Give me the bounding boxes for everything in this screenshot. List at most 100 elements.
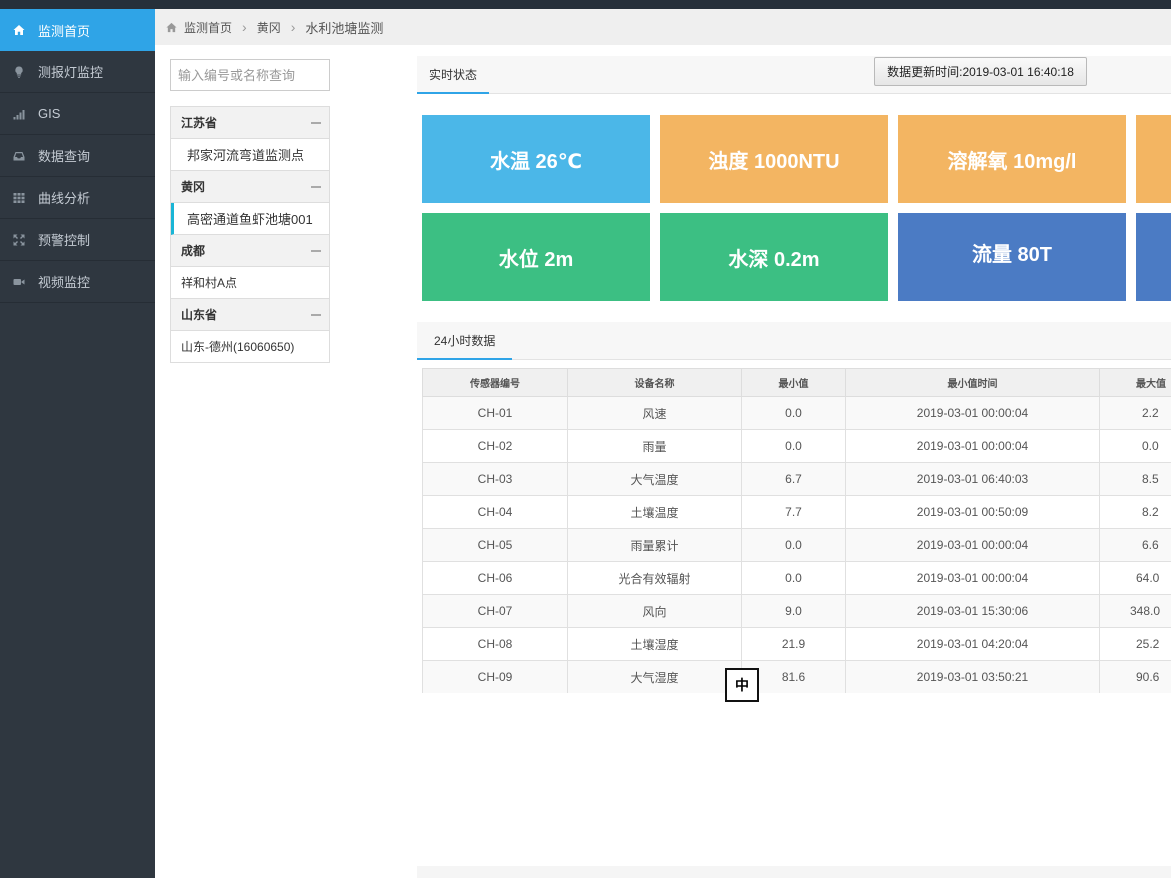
column-header[interactable]: 最小值时间 [845, 368, 1100, 397]
tree-group-huanggang[interactable]: 黄冈 [171, 171, 329, 203]
update-time-button[interactable]: 数据更新时间:2019-03-01 16:40:18 [874, 57, 1087, 86]
breadcrumb-link-home[interactable]: 监测首页 [184, 19, 232, 36]
table-cell: 大气温度 [567, 462, 742, 496]
sidebar-item-label: GIS [38, 106, 61, 121]
column-header[interactable]: 设备名称 [567, 368, 742, 397]
history-tabbar: 24小时数据 [417, 322, 1171, 360]
table-cell: 风速 [567, 396, 742, 430]
table-cell: CH-07 [422, 594, 568, 628]
table-cell: 6.7 [741, 462, 846, 496]
sidebar-item-curve-analysis[interactable]: 曲线分析 [0, 177, 155, 219]
table-cell: 2019-03-01 15:30:06 [845, 594, 1100, 628]
sidebar-item-trap-lamp[interactable]: 测报灯监控 [0, 51, 155, 93]
sidebar-item-label: 数据查询 [38, 149, 91, 164]
tree-item-station[interactable]: 邦家河流弯道监测点 [171, 139, 329, 171]
tile-flow: 流量 80T [898, 213, 1126, 301]
table-cell: 风向 [567, 594, 742, 628]
tile-water-level: 水位 2m [422, 213, 650, 301]
table-cell: 2019-03-01 00:00:04 [845, 429, 1100, 463]
ime-indicator[interactable]: 中 [725, 668, 759, 702]
signal-icon [12, 107, 26, 121]
bulb-icon [12, 65, 26, 79]
tree-item-station[interactable]: 祥和村A点 [171, 267, 329, 299]
table-cell: CH-05 [422, 528, 568, 562]
grid-icon [12, 191, 26, 205]
column-header[interactable]: 最大值 [1099, 368, 1171, 397]
inbox-icon [12, 149, 26, 163]
table-cell: 0.0 [741, 396, 846, 430]
table-cell: 7.7 [741, 495, 846, 529]
tab-24h-data[interactable]: 24小时数据 [417, 322, 513, 360]
table-cell: 0.0 [741, 561, 846, 595]
sidebar-item-home[interactable]: 监测首页 [0, 9, 161, 51]
table-row[interactable]: CH-04 土壤温度 7.7 2019-03-01 00:50:09 8.2 [422, 495, 1171, 529]
group-label: 成都 [181, 244, 206, 258]
table-cell: 大气湿度 [567, 660, 742, 693]
sidebar-item-label: 预警控制 [38, 233, 91, 248]
tree-item-station-selected[interactable]: 高密通道鱼虾池塘001 [171, 203, 329, 235]
table-cell: 0.0 [741, 528, 846, 562]
station-tree: 江苏省 邦家河流弯道监测点 黄冈 高密通道鱼虾池塘001 成都 祥和村A点 山东… [170, 106, 330, 363]
sidebar-item-video-monitor[interactable]: 视频监控 [0, 261, 155, 303]
table-cell: CH-02 [422, 429, 568, 463]
table-cell: 2019-03-01 00:00:04 [845, 396, 1100, 430]
tile-water-depth: 水深 0.2m [660, 213, 888, 301]
table-row[interactable]: CH-02 雨量 0.0 2019-03-01 00:00:04 0.0 [422, 429, 1171, 463]
table-cell: 土壤温度 [567, 495, 742, 529]
table-cell: 6.6 [1099, 528, 1171, 562]
table-cell: 64.0 [1099, 561, 1171, 595]
table-row[interactable]: CH-07 风向 9.0 2019-03-01 15:30:06 348.0 [422, 594, 1171, 628]
collapse-icon[interactable] [311, 185, 321, 188]
table-cell: 2019-03-01 00:00:04 [845, 528, 1100, 562]
table-cell: 9.0 [741, 594, 846, 628]
collapse-icon[interactable] [311, 313, 321, 316]
table-row[interactable]: CH-03 大气温度 6.7 2019-03-01 06:40:03 8.5 [422, 462, 1171, 496]
tab-realtime-status[interactable]: 实时状态 [417, 56, 490, 94]
table-cell: 8.2 [1099, 495, 1171, 529]
expand-icon [12, 233, 26, 247]
breadcrumb-link-region[interactable]: 黄冈 [257, 19, 281, 36]
station-search-input[interactable] [170, 59, 330, 91]
collapse-icon[interactable] [311, 121, 321, 124]
table-cell: 雨量累计 [567, 528, 742, 562]
column-header[interactable]: 传感器编号 [422, 368, 568, 397]
chevron-right-icon: › [290, 19, 296, 35]
table-row[interactable]: CH-01 风速 0.0 2019-03-01 00:00:04 2.2 [422, 396, 1171, 430]
table-cell: 0.0 [741, 429, 846, 463]
table-row[interactable]: CH-08 土壤湿度 21.9 2019-03-01 04:20:04 25.2 [422, 627, 1171, 661]
table-cell: CH-04 [422, 495, 568, 529]
sidebar-item-label: 测报灯监控 [38, 65, 104, 80]
table-cell: 2019-03-01 03:50:21 [845, 660, 1100, 693]
table-cell: 光合有效辐射 [567, 561, 742, 595]
sidebar-item-alarm-control[interactable]: 预警控制 [0, 219, 155, 261]
tree-group-shandong[interactable]: 山东省 [171, 299, 329, 331]
table-row[interactable]: CH-05 雨量累计 0.0 2019-03-01 00:00:04 6.6 [422, 528, 1171, 562]
sidebar: 监测首页 测报灯监控 GIS 数据查询 曲线分析 预警控制 视频监控 [0, 9, 161, 878]
video-icon [12, 275, 26, 289]
group-label: 山东省 [181, 308, 218, 322]
table-row[interactable]: CH-06 光合有效辐射 0.0 2019-03-01 00:00:04 64.0 [422, 561, 1171, 595]
table-cell: 25.2 [1099, 627, 1171, 661]
table-cell: 2019-03-01 00:50:09 [845, 495, 1100, 529]
table-cell: 2.2 [1099, 396, 1171, 430]
collapse-icon[interactable] [311, 249, 321, 252]
chevron-right-icon: › [242, 19, 247, 35]
table-cell: 土壤湿度 [567, 627, 742, 661]
tile-partial [1136, 213, 1171, 301]
table-row[interactable]: CH-09 大气湿度 81.6 2019-03-01 03:50:21 90.6 [422, 660, 1171, 693]
top-bar [0, 0, 1171, 9]
sidebar-item-data-query[interactable]: 数据查询 [0, 135, 155, 177]
tile-partial [1136, 115, 1171, 203]
table-cell: 2019-03-01 06:40:03 [845, 462, 1100, 496]
table-cell: CH-08 [422, 627, 568, 661]
column-header[interactable]: 最小值 [741, 368, 846, 397]
home-icon [166, 22, 177, 32]
tree-item-station[interactable]: 山东-德州(16060650) [171, 331, 329, 363]
tree-group-jiangsu[interactable]: 江苏省 [171, 107, 329, 139]
tile-turbidity: 浊度 1000NTU [660, 115, 888, 203]
tree-group-chengdu[interactable]: 成都 [171, 235, 329, 267]
table-cell: 雨量 [567, 429, 742, 463]
table-cell: 0.0 [1099, 429, 1171, 463]
table-cell: 8.5 [1099, 462, 1171, 496]
sidebar-item-gis[interactable]: GIS [0, 93, 155, 135]
